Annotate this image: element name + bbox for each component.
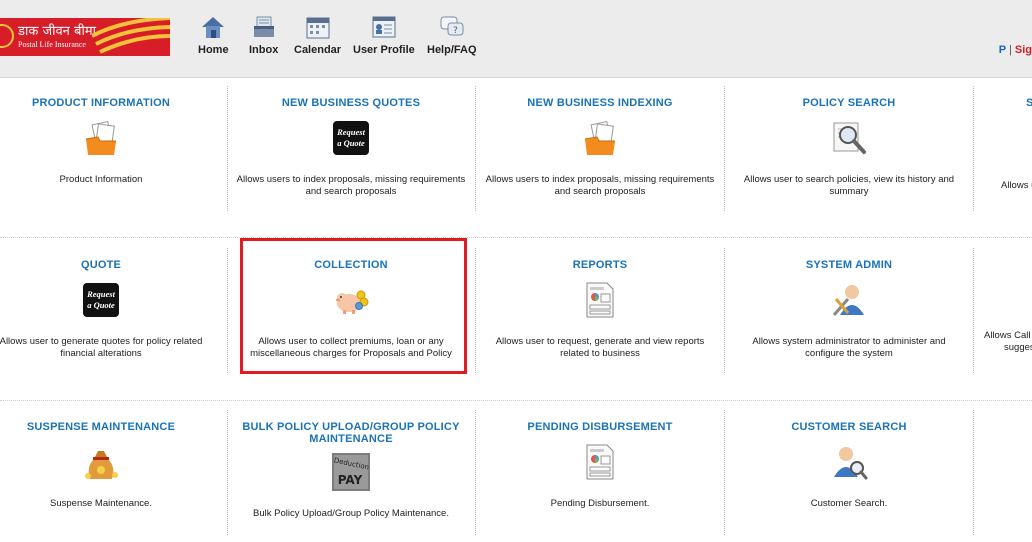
tile-title: QUOTE [80,259,122,271]
collection-highlight-box [240,238,467,374]
tile-description: Allows user to request, generate and vie… [495,336,705,359]
nav-calendar[interactable]: Calendar [294,14,341,56]
request-a-quote-icon: Request a Quote [333,121,369,155]
logo-hindi-text: डाक जीवन बीमा [18,24,96,39]
divider [973,410,974,535]
tile-partial-right-row1[interactable]: S Allows u [974,97,1032,192]
tile-product-information[interactable]: PRODUCT INFORMATION Product Information [0,97,225,186]
svg-text:a Quote: a Quote [337,138,365,148]
tile-description: Pending Disbursement. [550,498,650,509]
tile-description: Product Information [59,174,143,185]
deduction-pay-icon: Deduction PAY [332,453,370,491]
nav-help-faq[interactable]: ? Help/FAQ [427,14,477,56]
report-document-icon [586,282,614,318]
request-a-quote-icon: Request a Quote [83,283,119,317]
tile-customer-search[interactable]: CUSTOMER SEARCH Customer Search. [725,421,973,510]
tile-description: Suspense Maintenance. [50,498,152,509]
tile-new-business-indexing[interactable]: NEW BUSINESS INDEXING Allows users to in… [476,97,724,198]
logo-swoosh-icon [92,18,170,54]
documents-folder-icon [85,120,116,155]
admin-tools-user-icon [832,285,864,316]
magnifier-document-icon [833,122,866,154]
tile-description: Allows user to generate quotes for polic… [0,336,203,359]
tile-description: Allows users to index proposals, missing… [236,174,466,197]
nav-help-faq-label: Help/FAQ [427,44,477,56]
svg-text:Request: Request [336,127,366,137]
tile-policy-search[interactable]: POLICY SEARCH Allows user to search poli… [725,97,973,198]
tile-title: CUSTOMER SEARCH [791,421,907,433]
tile-description: Allows system administrator to administe… [752,336,946,359]
tile-title: NEW BUSINESS INDEXING [527,97,673,109]
row-divider [0,237,1032,238]
tile-title: S [1026,97,1032,109]
tile-title: PRODUCT INFORMATION [31,97,171,109]
logo-emblem [0,24,14,48]
tile-title: SYSTEM ADMIN [805,259,893,271]
nav-user-profile[interactable]: User Profile [353,14,415,56]
tile-title: SUSPENSE MAINTENANCE [26,421,176,433]
tile-title: REPORTS [572,259,628,271]
tile-quote[interactable]: QUOTE Request a Quote Allows user to gen… [0,259,225,360]
user-links: P | Sig [999,44,1032,56]
sign-out-link[interactable]: Sig [1015,44,1032,56]
tile-title: PENDING DISBURSEMENT [527,421,673,433]
report-document-icon [586,444,614,480]
logo-english-text: Postal Life Insurance [18,40,86,49]
tile-description: Allows u [1001,180,1032,191]
top-header: डाक जीवन बीमा Postal Life Insurance Home… [0,0,1032,78]
tile-description-line2: sugges [1004,342,1032,353]
tile-bulk-policy-upload[interactable]: BULK POLICY UPLOAD/GROUP POLICY MAINTENA… [227,421,475,520]
tile-system-admin[interactable]: SYSTEM ADMIN Allows system administrator… [725,259,973,360]
tile-description: Customer Search. [810,498,888,509]
home-icon [202,17,225,38]
nav-home-label: Home [198,44,229,56]
nav-inbox-label: Inbox [249,44,279,56]
tile-partial-right-row2[interactable]: Allows Call c sugges [974,259,1032,354]
user-profile-icon [372,16,396,38]
documents-folder-icon [584,120,615,155]
svg-text:a Quote: a Quote [87,300,115,310]
tile-description-line1: Allows Call c [984,330,1032,341]
calendar-icon [306,17,330,39]
svg-text:?: ? [453,26,458,36]
nav-user-profile-label: User Profile [353,44,415,56]
svg-text:Request: Request [86,289,116,299]
inbox-icon [253,16,274,37]
svg-text:PAY: PAY [338,473,363,487]
tile-description: Allows users to index proposals, missing… [485,174,715,197]
nav-home[interactable]: Home [198,14,229,56]
tile-description: Bulk Policy Upload/Group Policy Maintena… [253,508,449,519]
row-divider [0,400,1032,401]
user-links-separator: | [1008,44,1012,56]
nav-calendar-label: Calendar [294,44,342,56]
user-link-p[interactable]: P [999,44,1006,56]
tile-new-business-quotes[interactable]: NEW BUSINESS QUOTES Request a Quote Allo… [227,97,475,198]
postal-life-insurance-logo[interactable]: डाक जीवन बीमा Postal Life Insurance [0,18,170,56]
tile-pending-disbursement[interactable]: PENDING DISBURSEMENT Pending Disbursemen… [476,421,724,510]
tile-suspense-maintenance[interactable]: SUSPENSE MAINTENANCE Suspense Maintenanc… [0,421,225,510]
help-faq-icon: ? [440,16,464,36]
money-bag-icon [85,451,118,479]
nav-inbox[interactable]: Inbox [249,14,278,56]
tile-description: Allows user to search policies, view its… [743,174,955,197]
tile-title: BULK POLICY UPLOAD/GROUP POLICY MAINTENA… [242,421,460,445]
tile-reports[interactable]: REPORTS Allows user to request, generate… [476,259,724,360]
tile-title: POLICY SEARCH [802,97,896,109]
tile-title: NEW BUSINESS QUOTES [281,97,421,109]
user-search-icon [834,447,868,480]
